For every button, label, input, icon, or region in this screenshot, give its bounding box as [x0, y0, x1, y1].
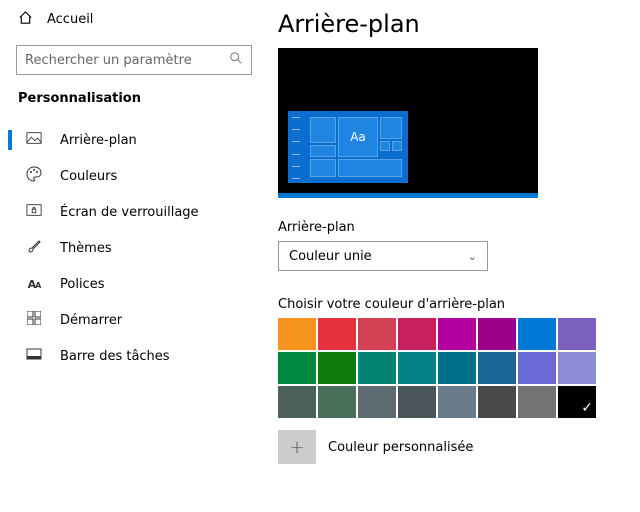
color-swatch[interactable]: [358, 352, 396, 384]
home-label: Accueil: [47, 12, 93, 27]
sidebar-item-themes[interactable]: Thèmes: [8, 230, 260, 266]
nav-label: Démarrer: [60, 313, 122, 328]
sidebar-item-taskbar[interactable]: Barre des tâches: [8, 338, 260, 374]
nav-label: Thèmes: [60, 241, 112, 256]
color-swatch[interactable]: [558, 318, 596, 350]
desktop-preview: Aa: [278, 48, 538, 198]
start-icon: [26, 311, 42, 329]
preview-tile: [310, 145, 336, 157]
color-swatch[interactable]: [278, 386, 316, 418]
sidebar-item-colors[interactable]: Couleurs: [8, 158, 260, 194]
nav-label: Barre des tâches: [60, 349, 170, 364]
select-value: Couleur unie: [289, 249, 372, 264]
color-swatch[interactable]: [398, 352, 436, 384]
color-swatch[interactable]: [478, 318, 516, 350]
color-swatch-grid: ✓: [278, 318, 616, 418]
settings-sidebar: Accueil Rechercher un paramètre Personna…: [0, 0, 260, 512]
nav-list: Arrière-plan Couleurs Écran de verrouill…: [8, 122, 260, 374]
background-mode-label: Arrière-plan: [278, 220, 616, 235]
custom-color-button[interactable]: +: [278, 430, 316, 464]
color-swatch[interactable]: [518, 386, 556, 418]
color-swatch[interactable]: [438, 318, 476, 350]
color-swatch[interactable]: [358, 386, 396, 418]
picture-icon: [26, 131, 42, 149]
preview-tile: [380, 117, 402, 139]
color-swatch[interactable]: [478, 386, 516, 418]
nav-label: Couleurs: [60, 169, 117, 184]
color-swatch[interactable]: [318, 352, 356, 384]
color-swatch[interactable]: [358, 318, 396, 350]
color-swatch[interactable]: [278, 352, 316, 384]
color-swatch[interactable]: [518, 352, 556, 384]
sidebar-item-start[interactable]: Démarrer: [8, 302, 260, 338]
home-link[interactable]: Accueil: [8, 10, 260, 37]
palette-icon: [26, 166, 42, 186]
taskbar-icon: [26, 348, 42, 364]
home-icon: [18, 10, 33, 29]
color-swatch[interactable]: [438, 352, 476, 384]
main-content: Arrière-plan Aa Arrière-plan Couleur uni…: [260, 0, 640, 512]
search-input[interactable]: Rechercher un paramètre: [16, 45, 252, 75]
search-placeholder: Rechercher un paramètre: [25, 53, 229, 68]
custom-color-label: Couleur personnalisée: [328, 440, 473, 455]
fonts-icon: AA: [26, 278, 42, 291]
preview-tile: [380, 141, 390, 151]
color-swatch[interactable]: [318, 318, 356, 350]
color-swatch[interactable]: [398, 318, 436, 350]
section-title: Personnalisation: [8, 75, 260, 114]
preview-tile: [338, 159, 402, 177]
color-swatch[interactable]: [478, 352, 516, 384]
preview-tile: [392, 141, 402, 151]
lock-icon: [26, 203, 42, 221]
preview-start-side: [292, 117, 304, 179]
nav-label: Écran de verrouillage: [60, 205, 199, 220]
plus-icon: +: [289, 437, 304, 458]
color-swatch[interactable]: [398, 386, 436, 418]
color-swatch[interactable]: [438, 386, 476, 418]
color-swatch[interactable]: [278, 318, 316, 350]
nav-label: Polices: [60, 277, 104, 292]
preview-sample-text: Aa: [338, 117, 378, 157]
color-swatch[interactable]: [518, 318, 556, 350]
search-icon: [229, 51, 243, 69]
check-icon: ✓: [581, 400, 593, 416]
sidebar-item-background[interactable]: Arrière-plan: [8, 122, 260, 158]
preview-tile: [310, 159, 336, 177]
color-swatch[interactable]: [558, 352, 596, 384]
selection-marker: [8, 130, 12, 150]
color-picker-label: Choisir votre couleur d'arrière-plan: [278, 297, 616, 312]
custom-color-row: + Couleur personnalisée: [278, 430, 616, 464]
page-title: Arrière-plan: [278, 10, 616, 38]
preview-tile: [310, 117, 336, 143]
color-swatch[interactable]: [318, 386, 356, 418]
chevron-down-icon: ⌄: [468, 250, 477, 263]
brush-icon: [26, 238, 42, 258]
sidebar-item-fonts[interactable]: AA Polices: [8, 266, 260, 302]
preview-start-menu: Aa: [288, 111, 408, 183]
color-swatch[interactable]: ✓: [558, 386, 596, 418]
nav-label: Arrière-plan: [60, 133, 137, 148]
background-mode-select[interactable]: Couleur unie ⌄: [278, 241, 488, 271]
sidebar-item-lockscreen[interactable]: Écran de verrouillage: [8, 194, 260, 230]
